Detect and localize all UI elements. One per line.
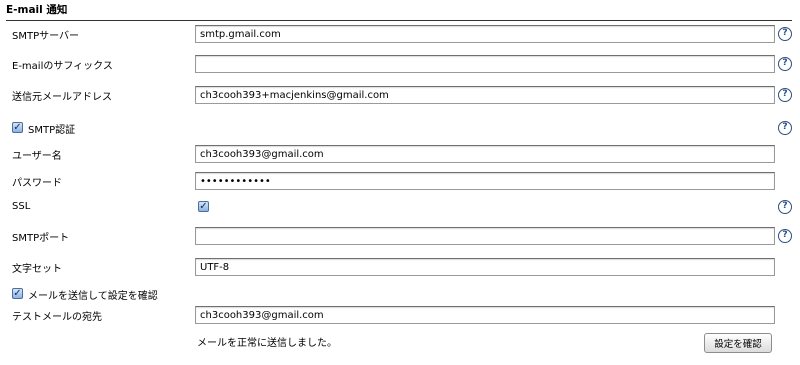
smtp-auth-checkbox[interactable]: ✓	[12, 122, 23, 133]
sender-address-label: 送信元メールアドレス	[12, 92, 112, 103]
help-icon[interactable]: ?	[778, 27, 792, 41]
email-suffix-label: E-mailのサフィックス	[12, 61, 113, 72]
check-icon: ✓	[13, 122, 22, 133]
password-input[interactable]	[195, 172, 775, 190]
smtp-server-label: SMTPサーバー	[12, 31, 80, 42]
test-recipient-label: テストメールの宛先	[12, 312, 102, 323]
section-title: E-mail 通知	[6, 2, 792, 21]
check-icon: ✓	[13, 288, 22, 299]
smtp-port-input[interactable]	[195, 227, 775, 245]
test-send-checkbox[interactable]: ✓	[12, 288, 23, 299]
smtp-auth-label: SMTP認証	[28, 125, 76, 136]
help-icon[interactable]: ?	[778, 200, 792, 214]
password-label: パスワード	[12, 178, 62, 189]
help-icon[interactable]: ?	[778, 229, 792, 243]
sender-address-input[interactable]	[195, 86, 775, 104]
ssl-checkbox[interactable]: ✓	[198, 201, 209, 212]
test-send-label: メールを送信して設定を確認	[28, 291, 158, 302]
username-input[interactable]	[195, 145, 775, 163]
charset-label: 文字セット	[12, 264, 62, 275]
charset-input[interactable]	[195, 258, 775, 276]
smtp-server-input[interactable]	[195, 25, 775, 43]
help-icon[interactable]: ?	[778, 88, 792, 102]
username-label: ユーザー名	[12, 151, 62, 162]
help-icon[interactable]: ?	[778, 121, 792, 135]
verify-settings-button[interactable]: 設定を確認	[704, 333, 772, 353]
status-message: メールを正常に送信しました。	[197, 338, 337, 349]
help-icon[interactable]: ?	[778, 57, 792, 71]
smtp-port-label: SMTPポート	[12, 233, 70, 244]
ssl-label: SSL	[12, 201, 31, 212]
email-suffix-input[interactable]	[195, 55, 775, 73]
test-recipient-input[interactable]	[195, 306, 775, 324]
check-icon: ✓	[199, 201, 208, 212]
